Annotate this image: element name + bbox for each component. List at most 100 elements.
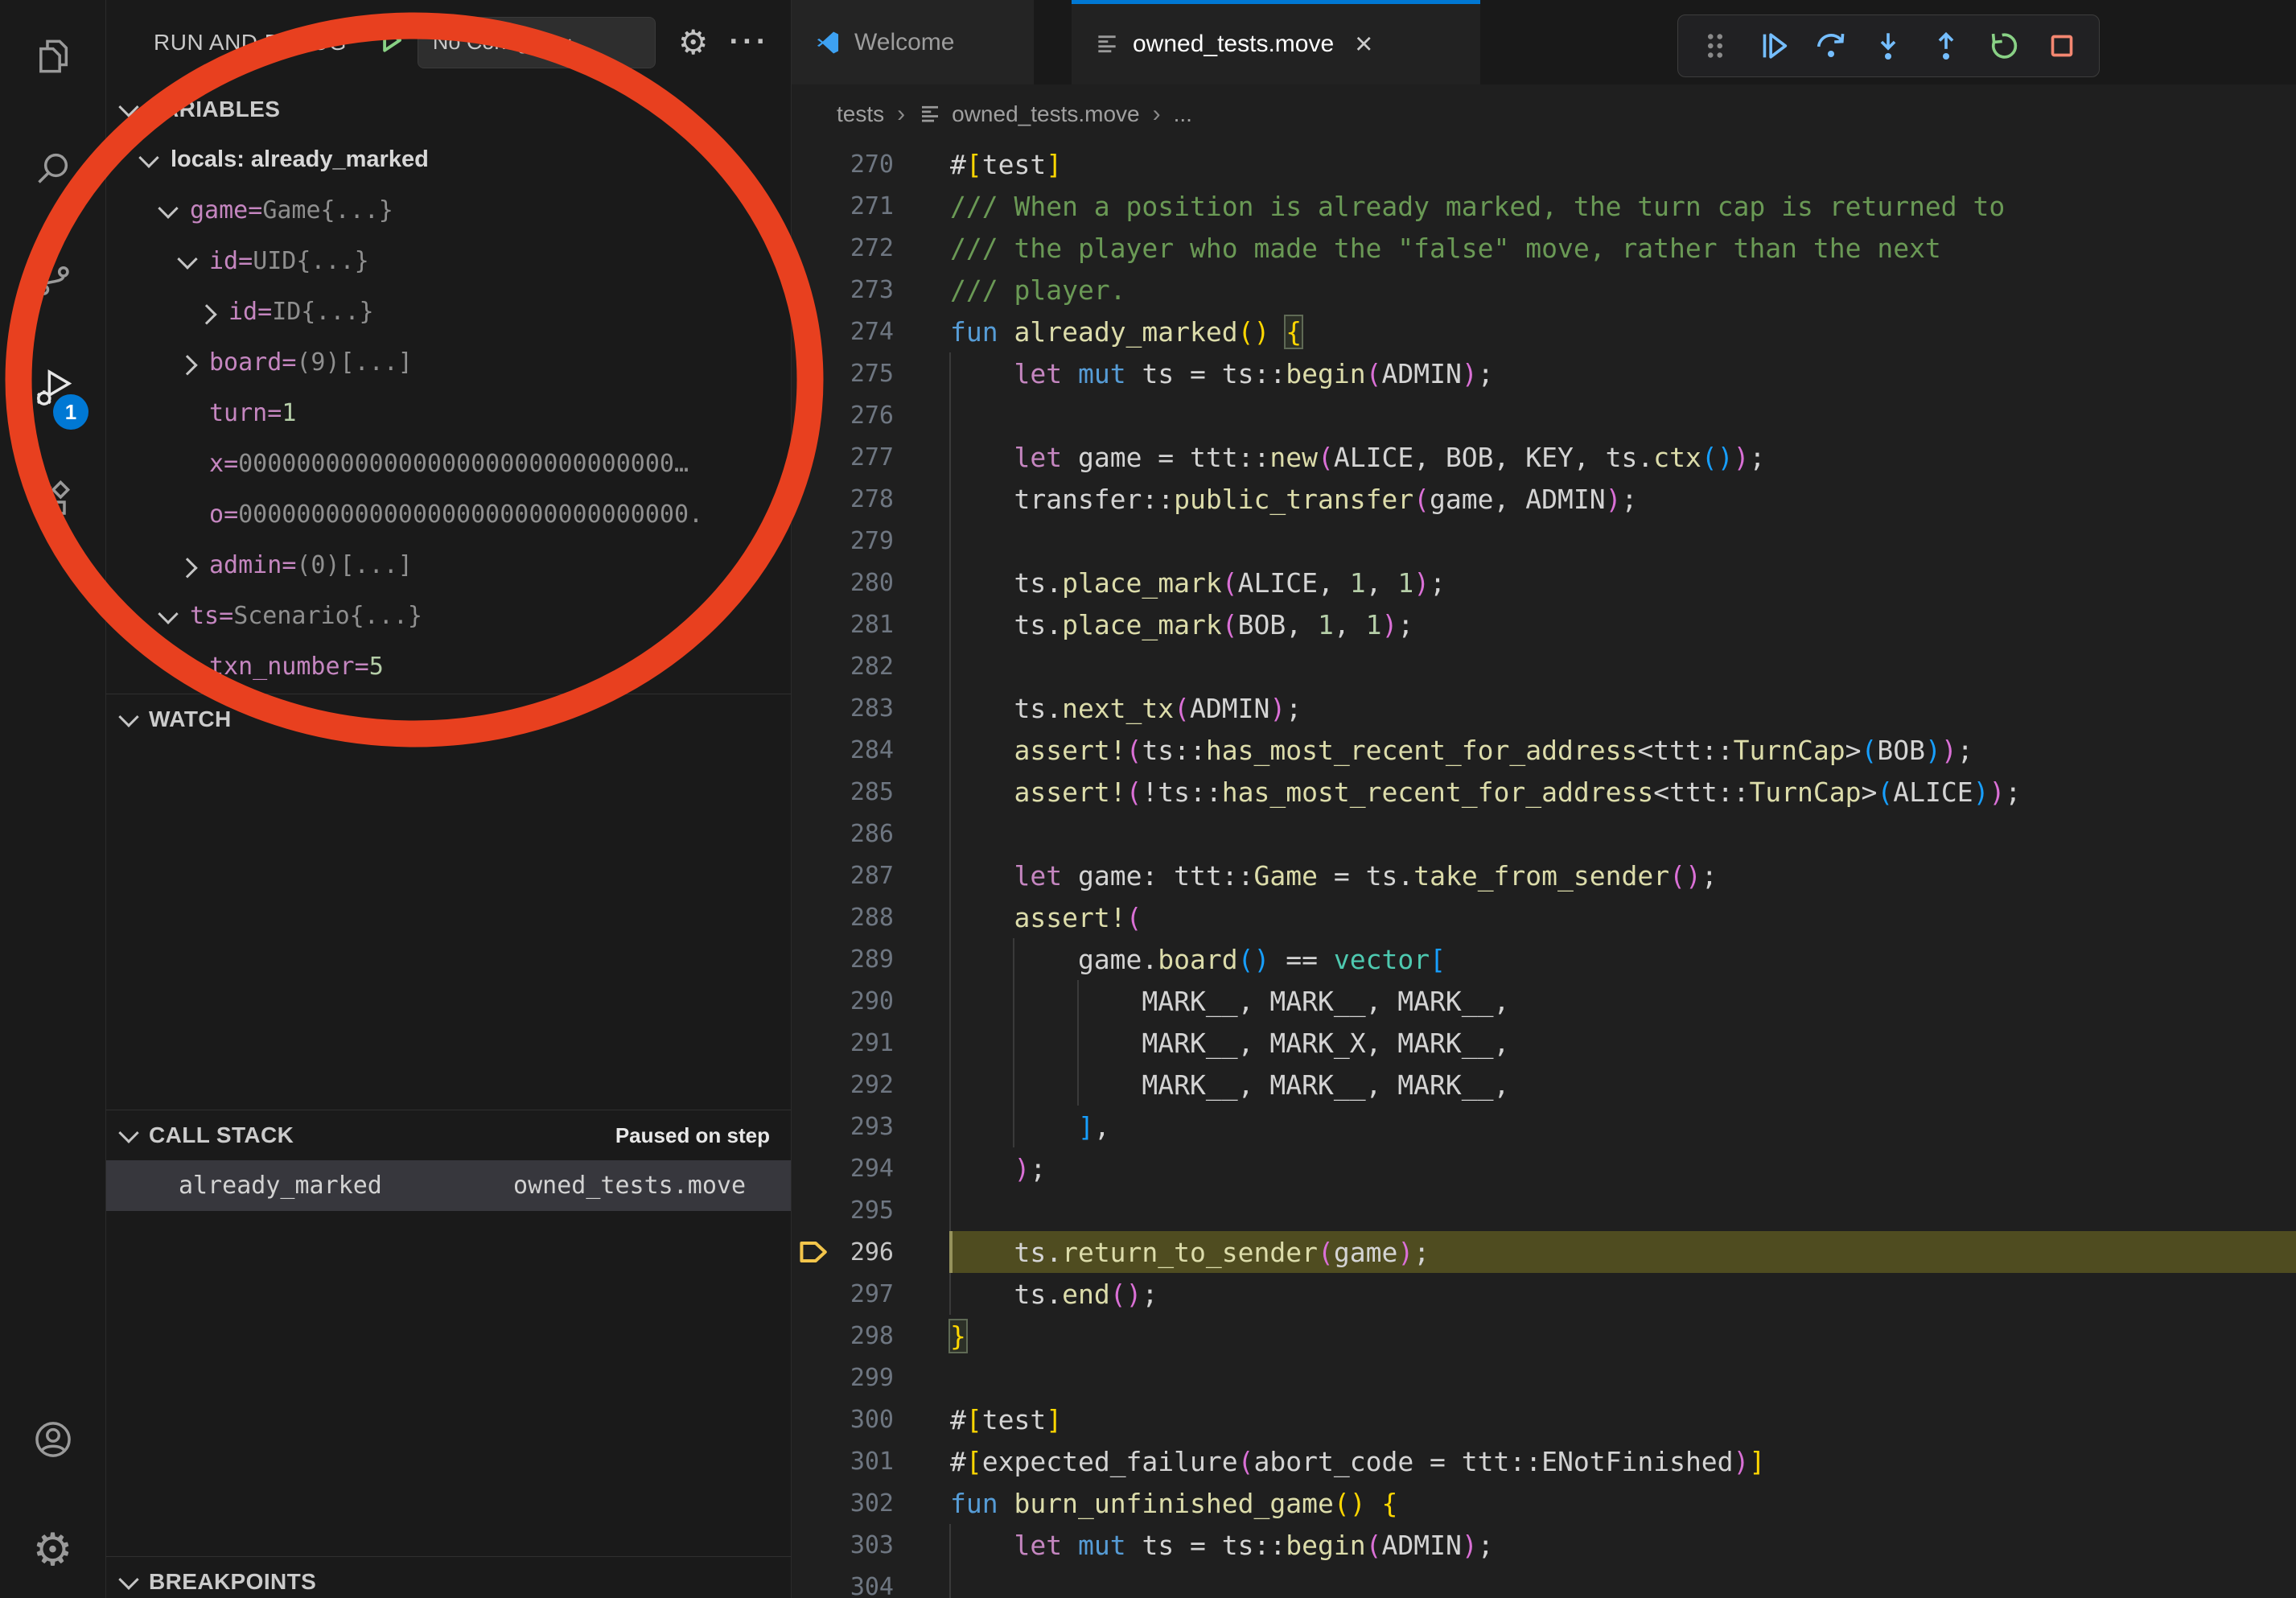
line-content: let mut ts = ts::begin(ADMIN); [950, 1524, 2296, 1566]
chevron-down-icon[interactable] [142, 153, 171, 167]
chevron-right-icon: › [897, 101, 905, 128]
variable-row[interactable]: id = UID{...} [106, 236, 791, 286]
variable-value: Game{...} [262, 196, 393, 224]
step-into-icon[interactable] [1865, 23, 1911, 69]
code-line: 270#[test] [792, 143, 2296, 185]
variable-row[interactable]: id = ID{...} [106, 286, 791, 337]
variable-row[interactable]: turn = 1 [106, 388, 791, 439]
breadcrumb-file[interactable]: owned_tests.move [952, 101, 1139, 127]
drag-handle-icon[interactable] [1692, 23, 1738, 69]
line-content: ts.place_mark(ALICE, 1, 1); [950, 562, 2296, 603]
section-label: BREAKPOINTS [149, 1569, 316, 1595]
chevron-right-icon[interactable] [180, 558, 209, 573]
line-content: MARK__, MARK__, MARK__, [950, 1064, 2296, 1106]
source-control-icon[interactable] [0, 238, 105, 319]
line-number: 303 [792, 1531, 894, 1559]
variable-row[interactable]: locals: already_marked [106, 134, 791, 185]
extensions-icon[interactable] [0, 462, 105, 542]
section-breakpoints[interactable]: BREAKPOINTS [106, 1557, 791, 1598]
line-number: 304 [792, 1573, 894, 1598]
variable-row[interactable]: admin = (0)[...] [106, 540, 791, 591]
line-content: ts.next_tx(ADMIN); [950, 687, 2296, 729]
restart-icon[interactable] [1981, 23, 2027, 69]
line-number: 289 [792, 945, 894, 974]
line-number: 275 [792, 360, 894, 388]
code-editor[interactable]: 270#[test]271/// When a position is alre… [792, 143, 2296, 1598]
line-number: 295 [792, 1196, 894, 1225]
explorer-icon[interactable] [0, 16, 105, 97]
line-content [950, 645, 2296, 687]
settings-gear-icon[interactable]: ⚙ [0, 1509, 105, 1590]
line-content: let mut ts = ts::begin(ADMIN); [950, 352, 2296, 394]
breadcrumb-symbol[interactable]: ... [1174, 101, 1192, 127]
chevron-down-icon[interactable] [161, 204, 190, 218]
current-code-line: 296 ts.return_to_sender(game); [792, 1231, 2296, 1273]
equals: = [248, 196, 262, 224]
line-number: 281 [792, 611, 894, 639]
code-line: 286 [792, 813, 2296, 855]
frame-file: owned_tests.move [513, 1172, 746, 1200]
section-label: VARIABLES [149, 97, 280, 122]
equals: = [219, 602, 233, 630]
tab-welcome[interactable]: Welcome [792, 0, 1034, 84]
step-out-icon[interactable] [1923, 23, 1969, 69]
current-line-notch [949, 1231, 953, 1273]
line-content: ts.return_to_sender(game); [950, 1231, 2296, 1273]
chevron-down-icon [118, 1122, 138, 1143]
continue-icon[interactable] [1750, 23, 1796, 69]
section-call-stack[interactable]: CALL STACK Paused on step [106, 1110, 791, 1160]
section-watch[interactable]: WATCH [106, 694, 791, 744]
code-line: 293 ], [792, 1106, 2296, 1147]
variable-row[interactable]: x = 000000000000000000000000000000… [106, 439, 791, 489]
section-label: WATCH [149, 706, 232, 732]
line-content: ts.place_mark(BOB, 1, 1); [950, 603, 2296, 645]
line-content: transfer::public_transfer(game, ADMIN); [950, 478, 2296, 520]
code-line: 284 assert!(ts::has_most_recent_for_addr… [792, 729, 2296, 771]
sidebar-toolbar: RUN AND DEBUG No Configur ⚙ ··· [106, 0, 791, 84]
more-actions-icon[interactable]: ··· [730, 25, 770, 60]
variable-row[interactable]: game = Game{...} [106, 185, 791, 236]
line-number: 291 [792, 1029, 894, 1057]
close-icon[interactable]: × [1355, 29, 1372, 60]
chevron-right-icon[interactable] [180, 356, 209, 370]
code-line: 302fun burn_unfinished_game() { [792, 1482, 2296, 1524]
account-icon[interactable] [0, 1399, 105, 1480]
code-line: 277 let game = ttt::new(ALICE, BOB, KEY,… [792, 436, 2296, 478]
code-line: 279 [792, 520, 2296, 562]
variable-row[interactable]: board = (9)[...] [106, 337, 791, 388]
equals: = [267, 399, 282, 427]
section-variables[interactable]: VARIABLES [106, 84, 791, 134]
step-over-icon[interactable] [1808, 23, 1854, 69]
line-content [950, 1357, 2296, 1398]
launch-config-dropdown[interactable]: No Configur [418, 17, 656, 68]
line-number: 288 [792, 904, 894, 932]
debug-badge: 1 [53, 394, 88, 430]
run-and-debug-icon[interactable] [0, 348, 105, 428]
start-debugging-icon[interactable] [376, 25, 406, 60]
line-content [950, 1189, 2296, 1231]
call-stack-frame[interactable]: already_marked owned_tests.move [106, 1160, 791, 1211]
variable-value: UID{...} [253, 247, 369, 275]
line-number: 284 [792, 736, 894, 764]
chevron-down-icon[interactable] [161, 609, 190, 624]
variable-row[interactable]: txn_number = 5 [106, 641, 791, 692]
search-icon[interactable] [0, 128, 105, 208]
chevron-down-icon[interactable] [180, 254, 209, 269]
breadcrumb-folder[interactable]: tests [837, 101, 884, 127]
variable-row[interactable]: o = 0000000000000000000000000000000. [106, 489, 791, 540]
chevron-right-icon[interactable] [200, 305, 228, 319]
variable-value: (0)[...] [296, 551, 413, 579]
line-content: fun already_marked() { [950, 311, 2296, 352]
code-line: 285 assert!(!ts::has_most_recent_for_add… [792, 771, 2296, 813]
line-number: 274 [792, 318, 894, 346]
line-content: ts.end(); [950, 1273, 2296, 1315]
variable-name: ts [190, 602, 219, 630]
variable-row[interactable]: ts = Scenario{...} [106, 591, 791, 641]
stop-icon[interactable] [2039, 23, 2085, 69]
tab-owned-tests[interactable]: owned_tests.move × [1072, 0, 1480, 84]
chevron-down-icon [118, 706, 138, 727]
code-line: 276 [792, 394, 2296, 436]
gear-icon[interactable]: ⚙ [678, 23, 709, 62]
line-content [950, 813, 2296, 855]
variable-value: 5 [369, 653, 384, 681]
